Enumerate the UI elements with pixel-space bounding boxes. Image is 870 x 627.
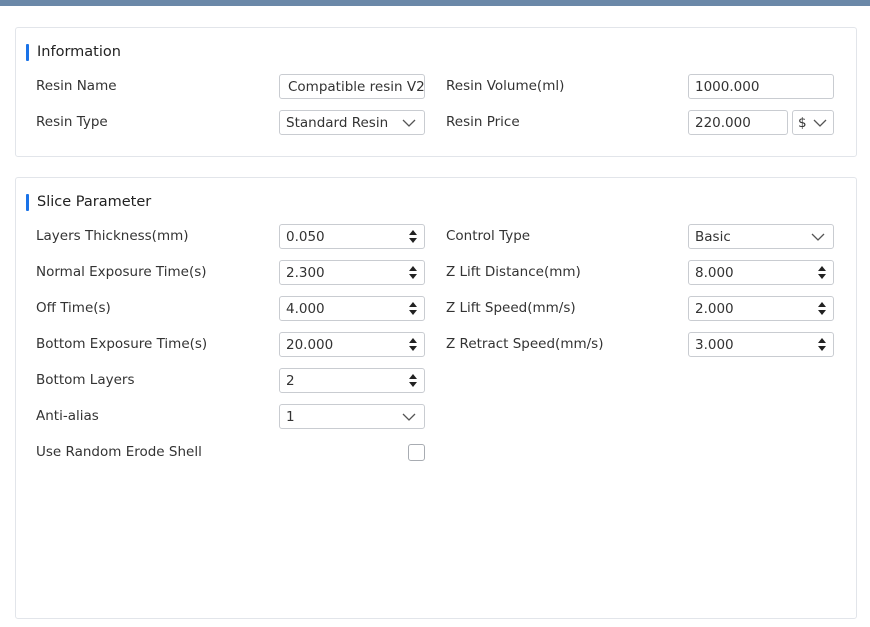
resin-type-value: Standard Resin: [286, 114, 389, 131]
information-title: Information: [26, 43, 121, 61]
off-time-spinbox[interactable]: 4.000: [279, 296, 425, 321]
z-lift-distance-label: Z Lift Distance(mm): [446, 264, 581, 280]
chevron-down-icon: [402, 119, 416, 127]
spin-arrows-icon[interactable]: [408, 264, 418, 281]
currency-select[interactable]: $: [792, 110, 834, 135]
z-retract-speed-spinbox[interactable]: 3.000: [688, 332, 834, 357]
z-lift-speed-value: 2.000: [695, 300, 734, 317]
bottom-exposure-label: Bottom Exposure Time(s): [36, 336, 208, 352]
layers-thickness-label: Layers Thickness(mm): [36, 228, 189, 244]
spin-arrows-icon[interactable]: [408, 336, 418, 353]
bottom-exposure-value: 20.000: [286, 336, 334, 353]
resin-price-label: Resin Price: [446, 114, 520, 130]
resin-price-input[interactable]: 220.000: [688, 110, 788, 135]
section-accent-bar: [26, 193, 29, 211]
random-erode-checkbox[interactable]: [408, 444, 425, 461]
off-time-value: 4.000: [286, 300, 325, 317]
z-lift-speed-spinbox[interactable]: 2.000: [688, 296, 834, 321]
off-time-label: Off Time(s): [36, 300, 111, 316]
spin-arrows-icon[interactable]: [408, 228, 418, 245]
spin-arrows-icon[interactable]: [408, 372, 418, 389]
currency-value: $: [798, 114, 807, 131]
bottom-layers-label: Bottom Layers: [36, 372, 135, 388]
resin-name-input[interactable]: Compatible resin V2: [279, 74, 425, 99]
window-top-bar: [0, 0, 870, 6]
spin-arrows-icon[interactable]: [817, 264, 827, 281]
resin-volume-input[interactable]: 1000.000: [688, 74, 834, 99]
spin-arrows-icon[interactable]: [817, 336, 827, 353]
section-accent-bar: [26, 43, 29, 61]
information-title-text: Information: [37, 44, 121, 60]
bottom-layers-spinbox[interactable]: 2: [279, 368, 425, 393]
spin-arrows-icon[interactable]: [817, 300, 827, 317]
resin-name-label: Resin Name: [36, 78, 117, 94]
z-retract-speed-value: 3.000: [695, 336, 734, 353]
control-type-value: Basic: [695, 228, 731, 245]
random-erode-label: Use Random Erode Shell: [36, 444, 202, 460]
z-lift-distance-spinbox[interactable]: 8.000: [688, 260, 834, 285]
resin-volume-value: 1000.000: [695, 78, 760, 95]
control-type-select[interactable]: Basic: [688, 224, 834, 249]
anti-alias-select[interactable]: 1: [279, 404, 425, 429]
anti-alias-label: Anti-alias: [36, 408, 99, 424]
resin-volume-label: Resin Volume(ml): [446, 78, 565, 94]
resin-type-select[interactable]: Standard Resin: [279, 110, 425, 135]
chevron-down-icon: [402, 413, 416, 421]
resin-type-label: Resin Type: [36, 114, 108, 130]
chevron-down-icon: [813, 119, 827, 127]
spin-arrows-icon[interactable]: [408, 300, 418, 317]
normal-exposure-spinbox[interactable]: 2.300: [279, 260, 425, 285]
z-lift-distance-value: 8.000: [695, 264, 734, 281]
z-retract-speed-label: Z Retract Speed(mm/s): [446, 336, 604, 352]
chevron-down-icon: [811, 233, 825, 241]
normal-exposure-label: Normal Exposure Time(s): [36, 264, 207, 280]
layers-thickness-spinbox[interactable]: 0.050: [279, 224, 425, 249]
layers-thickness-value: 0.050: [286, 228, 325, 245]
control-type-label: Control Type: [446, 228, 531, 244]
resin-name-value: Compatible resin V2: [288, 78, 425, 95]
bottom-exposure-spinbox[interactable]: 20.000: [279, 332, 425, 357]
anti-alias-value: 1: [286, 408, 295, 425]
bottom-layers-value: 2: [286, 372, 295, 389]
resin-price-value: 220.000: [695, 114, 751, 131]
z-lift-speed-label: Z Lift Speed(mm/s): [446, 300, 576, 316]
slice-parameter-title-text: Slice Parameter: [37, 194, 152, 210]
slice-parameter-title: Slice Parameter: [26, 193, 151, 211]
normal-exposure-value: 2.300: [286, 264, 325, 281]
